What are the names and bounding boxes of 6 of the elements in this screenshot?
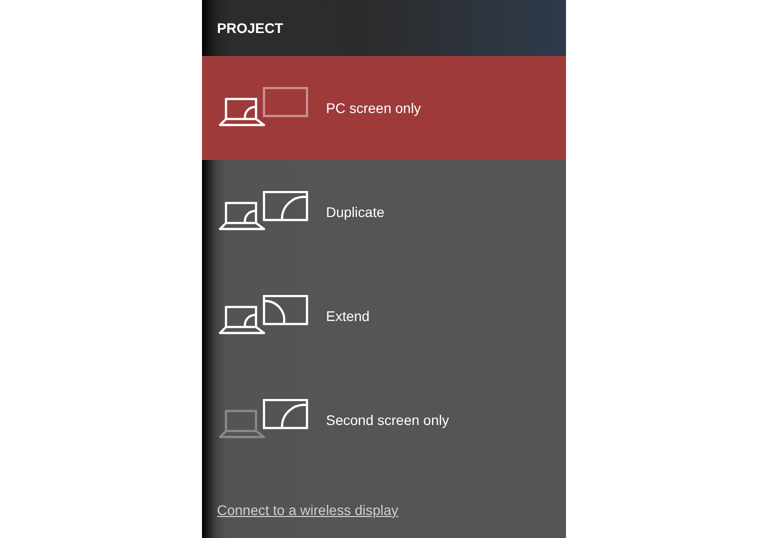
display-option[interactable]: Duplicate <box>202 160 566 264</box>
wireless-display-link[interactable]: Connect to a wireless display <box>217 502 398 518</box>
display-option[interactable]: PC screen only <box>202 56 566 160</box>
panel-title: PROJECT <box>217 20 284 36</box>
display-option[interactable]: Extend <box>202 264 566 368</box>
display-option[interactable]: Second screen only <box>202 368 566 472</box>
